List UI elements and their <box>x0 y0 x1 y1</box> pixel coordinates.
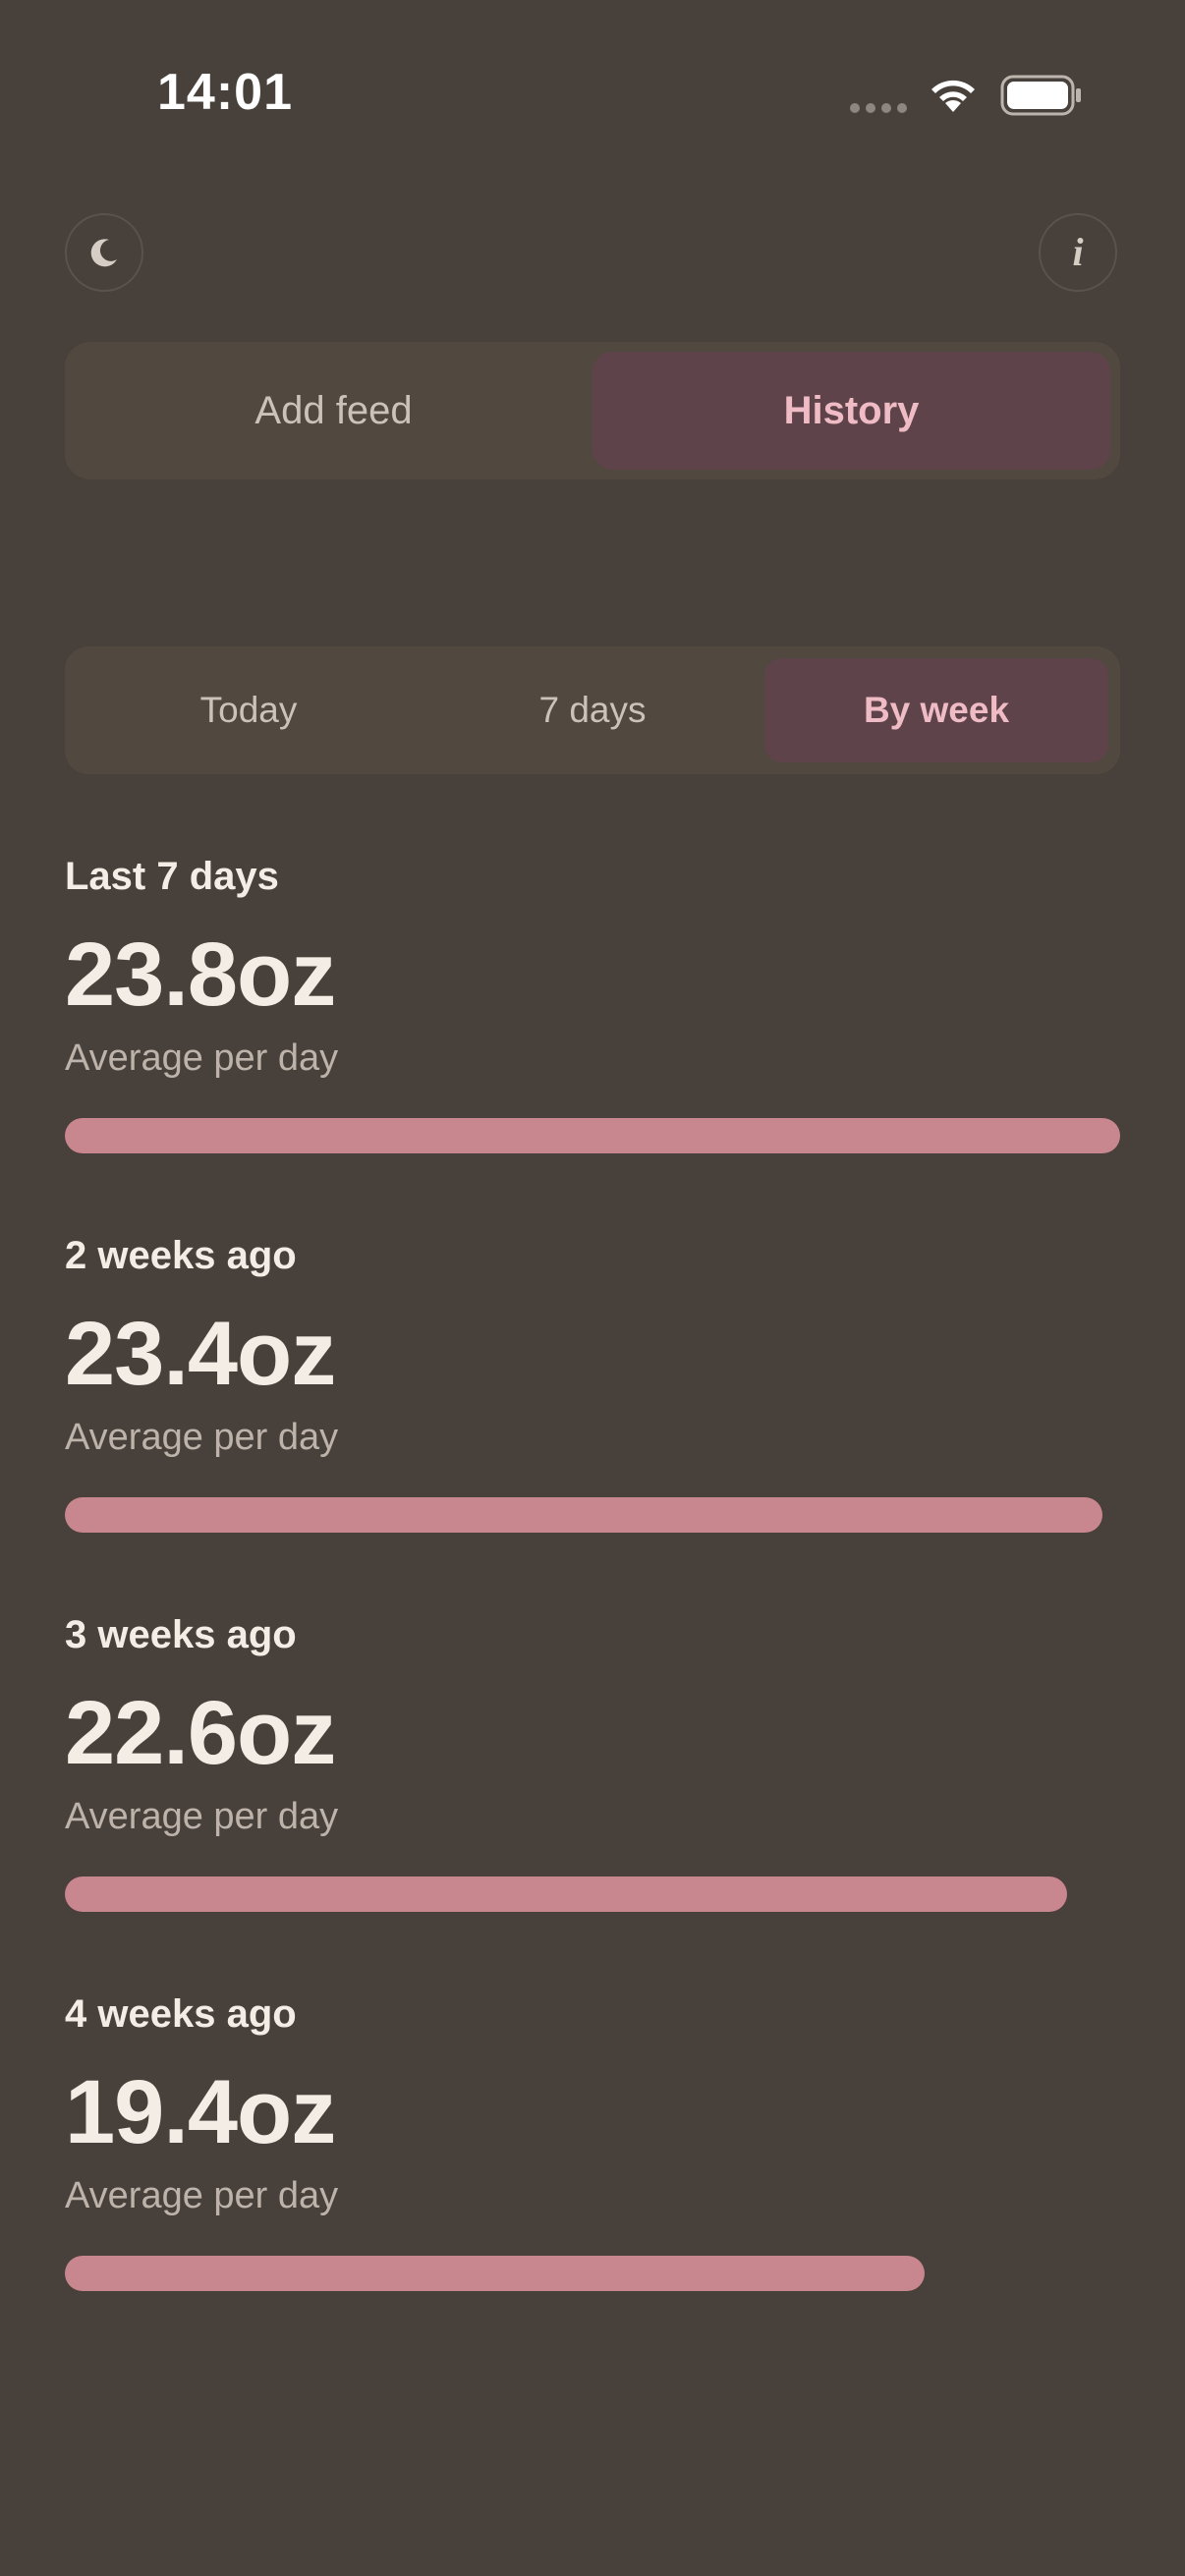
week-label: 3 weeks ago <box>65 1613 297 1656</box>
week-bar <box>65 2256 926 2291</box>
week-card: 3 weeks ago 22.6oz Average per day <box>65 1609 1120 1988</box>
week-bar-track <box>65 1876 1120 1912</box>
theme-toggle-button[interactable] <box>65 213 143 292</box>
cellular-signal-icon <box>850 103 907 113</box>
wifi-icon <box>931 80 975 112</box>
weekly-history-list: Last 7 days 23.8oz Average per day 2 wee… <box>65 851 1120 2368</box>
week-average-caption: Average per day <box>65 2175 339 2216</box>
week-bar <box>65 1118 1120 1153</box>
moon-icon <box>90 239 117 267</box>
info-icon: i <box>1072 230 1084 274</box>
week-label: 2 weeks ago <box>65 1234 297 1277</box>
week-card: Last 7 days 23.8oz Average per day <box>65 851 1120 1230</box>
range-segmented-control: Today 7 days By week <box>65 646 1120 774</box>
week-average-value: 23.4oz <box>65 1304 336 1404</box>
week-bar <box>65 1497 1102 1533</box>
week-bar-track <box>65 2256 1120 2291</box>
tab-by-week[interactable]: By week <box>764 658 1108 762</box>
info-button[interactable]: i <box>1039 213 1117 292</box>
week-average-value: 19.4oz <box>65 2062 336 2162</box>
week-card: 4 weeks ago 19.4oz Average per day <box>65 1988 1120 2368</box>
status-bar: 14:01 <box>0 0 1185 196</box>
tab-history[interactable]: History <box>592 352 1110 470</box>
status-time: 14:01 <box>157 64 293 121</box>
tab-today[interactable]: Today <box>77 658 421 762</box>
week-bar <box>65 1876 1067 1912</box>
week-average-value: 22.6oz <box>65 1683 336 1783</box>
tab-add-feed[interactable]: Add feed <box>75 352 592 470</box>
main-segmented-control: Add feed History <box>65 342 1120 479</box>
week-average-caption: Average per day <box>65 1417 339 1458</box>
week-average-caption: Average per day <box>65 1037 339 1079</box>
week-average-value: 23.8oz <box>65 924 336 1025</box>
week-bar-track <box>65 1118 1120 1153</box>
tab-7-days[interactable]: 7 days <box>421 658 764 762</box>
week-card: 2 weeks ago 23.4oz Average per day <box>65 1230 1120 1609</box>
battery-icon <box>1000 75 1081 116</box>
week-average-caption: Average per day <box>65 1796 339 1837</box>
week-label: 4 weeks ago <box>65 1992 297 2036</box>
week-bar-track <box>65 1497 1120 1533</box>
week-label: Last 7 days <box>65 855 279 898</box>
